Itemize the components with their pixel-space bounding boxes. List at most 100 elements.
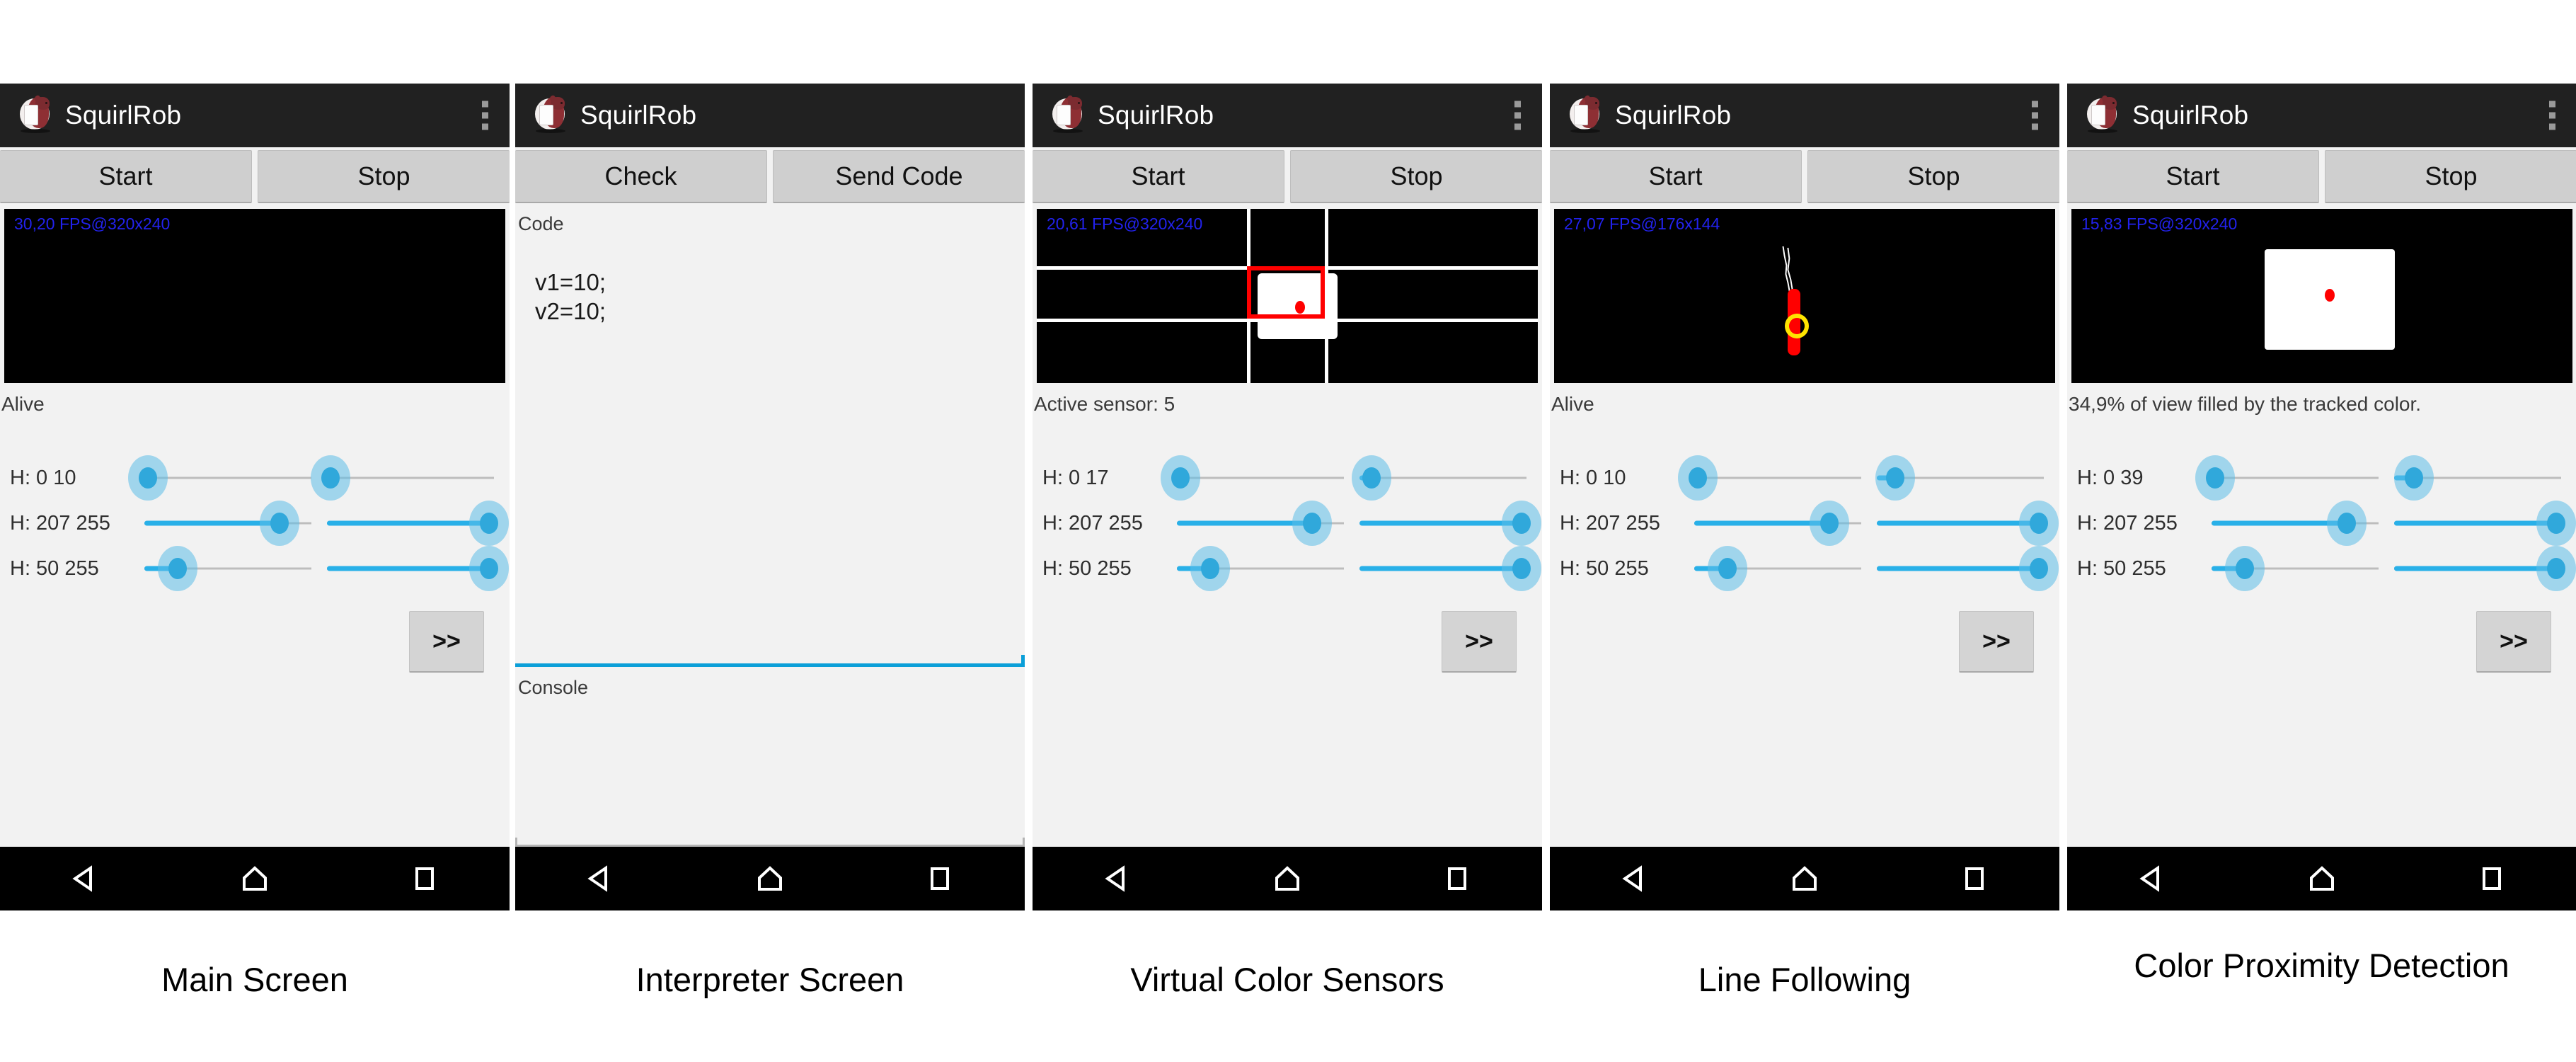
slider-label: H: 0 17: [1042, 466, 1109, 489]
action-button-row: Start Stop: [1033, 147, 1542, 203]
console-field-label: Console: [518, 677, 589, 698]
home-pentagon-icon[interactable]: [2306, 862, 2338, 895]
slider-high-h1[interactable]: [2394, 501, 2576, 546]
status-label: Alive: [1551, 393, 1594, 415]
slider-high-h0[interactable]: [1351, 455, 1526, 501]
slider-high-h0[interactable]: [2394, 455, 2561, 501]
code-input[interactable]: v1=10; v2=10;: [515, 235, 1025, 667]
fps-overlay-label: 30,20 FPS@320x240: [14, 215, 171, 233]
camera-preview-wrapper: 20,61 FPS@320x240: [1033, 203, 1542, 383]
home-pentagon-icon[interactable]: [1271, 862, 1304, 895]
slider-low-h1[interactable]: [1177, 501, 1344, 546]
slider-low-h0[interactable]: [1160, 455, 1344, 501]
home-pentagon-icon[interactable]: [754, 862, 786, 895]
stop-button[interactable]: Stop: [2325, 150, 2576, 203]
slider-row: H: 207 255: [0, 501, 510, 546]
slider-high-h1[interactable]: [1359, 501, 1541, 546]
camera-preview[interactable]: 15,83 FPS@320x240: [2071, 209, 2572, 383]
app-title: SquirlRob: [1098, 101, 1214, 130]
stop-button[interactable]: Stop: [1290, 150, 1542, 203]
send-code-button[interactable]: Send Code: [773, 150, 1025, 203]
next-screen-button[interactable]: >>: [2476, 611, 2551, 673]
recents-square-icon[interactable]: [2476, 862, 2508, 895]
slider-high-h0[interactable]: [1875, 455, 2044, 501]
slider-low-h1[interactable]: [2212, 501, 2379, 546]
slider-low-h0[interactable]: [127, 455, 311, 501]
app-bar: SquirlRob: [1550, 84, 2059, 147]
start-button[interactable]: Start: [0, 150, 252, 203]
squirrel-robot-logo-icon: [2086, 94, 2121, 134]
check-button[interactable]: Check: [515, 150, 767, 203]
caption-color-proximity-detection: Color Proximity Detection: [2134, 947, 2509, 984]
centroid-marker: [2324, 289, 2335, 302]
threshold-sliders: H: 0 39 H: 207 255 H: 50 255: [2067, 416, 2576, 591]
slider-low-h2[interactable]: [1694, 546, 1861, 591]
android-nav-bar: [0, 847, 510, 910]
home-pentagon-icon[interactable]: [238, 862, 271, 895]
slider-label: H: 0 39: [2077, 466, 2144, 489]
home-pentagon-icon[interactable]: [1788, 862, 1821, 895]
slider-low-h0[interactable]: [2195, 455, 2379, 501]
back-triangle-icon[interactable]: [1618, 862, 1651, 895]
slider-high-h1[interactable]: [327, 501, 509, 546]
overflow-menu-icon[interactable]: [2549, 101, 2555, 130]
android-nav-bar: [1550, 847, 2059, 910]
app-bar: SquirlRob: [515, 84, 1025, 147]
back-triangle-icon[interactable]: [1101, 862, 1134, 895]
panel-line-following: SquirlRob Start Stop 27,07 FPS@176x144 A…: [1550, 84, 2059, 910]
overflow-menu-icon[interactable]: [482, 101, 488, 130]
centroid-marker: [1294, 301, 1305, 314]
slider-row: H: 50 255: [1550, 546, 2059, 591]
slider-row: H: 207 255: [2067, 501, 2576, 546]
camera-preview[interactable]: 20,61 FPS@320x240: [1037, 209, 1538, 383]
start-button[interactable]: Start: [2067, 150, 2319, 203]
caption-main-screen: Main Screen: [161, 961, 348, 998]
slider-high-h2[interactable]: [327, 546, 509, 591]
start-button[interactable]: Start: [1550, 150, 1802, 203]
slider-label: H: 50 255: [1560, 556, 1649, 580]
slider-low-h1[interactable]: [1694, 501, 1861, 546]
recents-square-icon[interactable]: [1441, 862, 1473, 895]
status-label: Alive: [1, 393, 45, 415]
app-title: SquirlRob: [2132, 101, 2249, 130]
slider-low-h2[interactable]: [2212, 546, 2379, 591]
recents-square-icon[interactable]: [408, 862, 441, 895]
next-screen-button[interactable]: >>: [1442, 611, 1517, 673]
recents-square-icon[interactable]: [1958, 862, 1991, 895]
slider-low-h0[interactable]: [1677, 455, 1861, 501]
camera-preview-wrapper: 27,07 FPS@176x144: [1550, 203, 2059, 383]
camera-preview[interactable]: 30,20 FPS@320x240: [4, 209, 505, 383]
stop-button[interactable]: Stop: [258, 150, 510, 203]
slider-high-h2[interactable]: [1877, 546, 2059, 591]
back-triangle-icon[interactable]: [2136, 862, 2168, 895]
app-bar: SquirlRob: [1033, 84, 1542, 147]
next-button-wrapper: >>: [0, 591, 510, 673]
next-button-wrapper: >>: [1033, 591, 1542, 673]
console-output[interactable]: [515, 699, 1025, 847]
back-triangle-icon[interactable]: [69, 862, 101, 895]
android-nav-bar: [515, 847, 1025, 910]
camera-preview[interactable]: 27,07 FPS@176x144: [1554, 209, 2055, 383]
stop-button[interactable]: Stop: [1807, 150, 2059, 203]
squirrel-robot-logo-icon: [1568, 94, 1604, 134]
sensor-grid-hline: [1037, 318, 1538, 322]
overflow-menu-icon[interactable]: [2032, 101, 2038, 130]
detected-line-path: [1782, 246, 1796, 336]
start-button[interactable]: Start: [1033, 150, 1284, 203]
action-button-row: Start Stop: [1550, 147, 2059, 203]
slider-high-h1[interactable]: [1877, 501, 2059, 546]
slider-high-h2[interactable]: [2394, 546, 2576, 591]
slider-low-h1[interactable]: [144, 501, 311, 546]
back-triangle-icon[interactable]: [584, 862, 616, 895]
slider-row: H: 207 255: [1550, 501, 2059, 546]
fps-overlay-label: 15,83 FPS@320x240: [2081, 215, 2238, 233]
slider-low-h2[interactable]: [1177, 546, 1344, 591]
slider-high-h0[interactable]: [310, 455, 494, 501]
next-screen-button[interactable]: >>: [409, 611, 484, 673]
recents-square-icon[interactable]: [924, 862, 956, 895]
figure-root: SquirlRob Start Stop 30,20 FPS@320x240 A…: [0, 0, 2576, 1062]
overflow-menu-icon[interactable]: [1514, 101, 1521, 130]
slider-low-h2[interactable]: [144, 546, 311, 591]
next-screen-button[interactable]: >>: [1959, 611, 2034, 673]
slider-high-h2[interactable]: [1359, 546, 1541, 591]
